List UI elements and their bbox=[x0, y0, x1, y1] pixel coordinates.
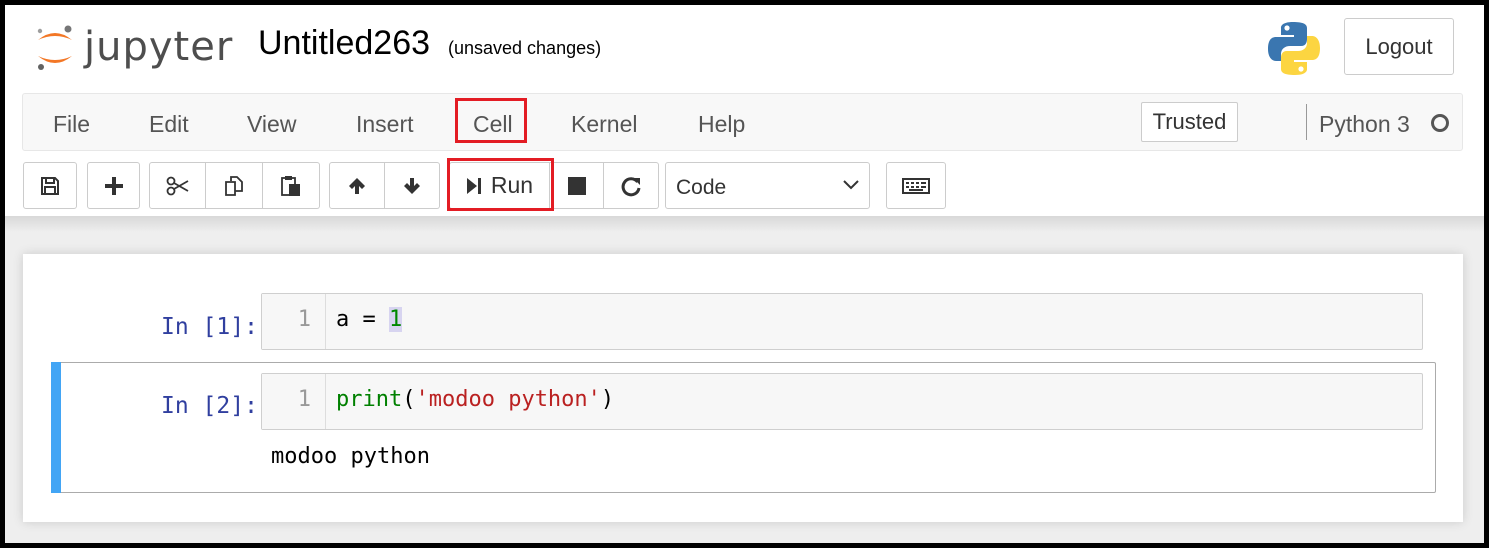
kernel-idle-indicator-icon bbox=[1431, 114, 1449, 132]
arrow-up-icon bbox=[349, 177, 365, 194]
code-paren-token: ( bbox=[402, 387, 416, 412]
menu-view[interactable]: View bbox=[247, 111, 296, 138]
cell-1-prompt: In [1]: bbox=[161, 314, 258, 340]
command-palette-button[interactable] bbox=[886, 162, 946, 209]
move-up-button[interactable] bbox=[329, 162, 385, 209]
cell-type-value: Code bbox=[676, 176, 727, 199]
interrupt-kernel-button[interactable] bbox=[550, 162, 604, 209]
code-paren-token: ) bbox=[600, 387, 615, 412]
cell-2-code: print('modoo python') bbox=[336, 387, 614, 412]
cell-1-input[interactable]: 1 a = 1 bbox=[261, 293, 1423, 350]
cell-2-gutter: 1 bbox=[262, 374, 326, 429]
keyboard-icon bbox=[902, 177, 930, 194]
menubar: File Edit View Insert Cell Kernel Help T… bbox=[22, 93, 1463, 151]
insert-cell-button[interactable] bbox=[87, 162, 140, 209]
kernel-name[interactable]: Python 3 bbox=[1319, 111, 1410, 138]
menu-insert[interactable]: Insert bbox=[356, 111, 414, 138]
code-number-token: 1 bbox=[388, 307, 403, 332]
chevron-down-icon bbox=[843, 180, 859, 190]
refresh-icon bbox=[621, 176, 641, 196]
code-token: a = bbox=[336, 307, 389, 332]
copy-button[interactable] bbox=[206, 162, 263, 209]
jupyter-logo[interactable]: jupyter bbox=[32, 21, 232, 77]
cell-1-line-number: 1 bbox=[297, 307, 311, 332]
header: jupyter Untitled263 (unsaved changes) Lo… bbox=[5, 5, 1484, 93]
toolbar-shadow bbox=[5, 216, 1484, 232]
menu-kernel[interactable]: Kernel bbox=[571, 111, 637, 138]
logo-text: jupyter bbox=[84, 24, 234, 70]
cut-icon bbox=[166, 176, 188, 195]
trusted-button[interactable]: Trusted bbox=[1141, 102, 1238, 142]
cell-2-input[interactable]: 1 print('modoo python') bbox=[261, 373, 1423, 430]
menu-file[interactable]: File bbox=[53, 111, 90, 138]
logout-button[interactable]: Logout bbox=[1344, 18, 1454, 75]
cut-button[interactable] bbox=[149, 162, 206, 209]
cell-2-output: modoo python bbox=[271, 444, 430, 469]
kernel-separator bbox=[1306, 104, 1307, 140]
selected-cell-indicator bbox=[51, 362, 61, 493]
paste-button[interactable] bbox=[263, 162, 320, 209]
cell-1-gutter: 1 bbox=[262, 294, 326, 349]
jupyter-window: jupyter Untitled263 (unsaved changes) Lo… bbox=[0, 0, 1489, 548]
arrow-down-icon bbox=[404, 177, 420, 194]
jupyter-logo-icon bbox=[37, 25, 72, 70]
cell-menu-highlight bbox=[455, 98, 527, 143]
move-down-button[interactable] bbox=[385, 162, 440, 209]
plus-icon bbox=[104, 176, 123, 195]
restart-kernel-button[interactable] bbox=[604, 162, 659, 209]
copy-icon bbox=[225, 175, 243, 196]
code-string-token: 'modoo python' bbox=[415, 387, 601, 412]
cell-2-prompt: In [2]: bbox=[161, 393, 258, 419]
notebook-title[interactable]: Untitled263 bbox=[258, 24, 430, 63]
notebook-container: In [1]: 1 a = 1 In [2]: 1 print('modoo p… bbox=[23, 254, 1463, 522]
code-builtin-token: print bbox=[336, 387, 403, 412]
menu-help[interactable]: Help bbox=[698, 111, 745, 138]
cell-1-code: a = 1 bbox=[336, 307, 403, 332]
menu-edit[interactable]: Edit bbox=[149, 111, 189, 138]
cell-type-select[interactable]: Code bbox=[665, 162, 870, 209]
cell-2-line-number: 1 bbox=[297, 387, 311, 412]
stop-icon bbox=[567, 176, 586, 195]
save-icon bbox=[41, 176, 59, 195]
python-logo-icon bbox=[1268, 22, 1320, 75]
save-status: (unsaved changes) bbox=[448, 38, 602, 58]
run-button-highlight bbox=[447, 158, 554, 211]
paste-icon bbox=[281, 175, 300, 196]
save-button[interactable] bbox=[23, 162, 77, 209]
